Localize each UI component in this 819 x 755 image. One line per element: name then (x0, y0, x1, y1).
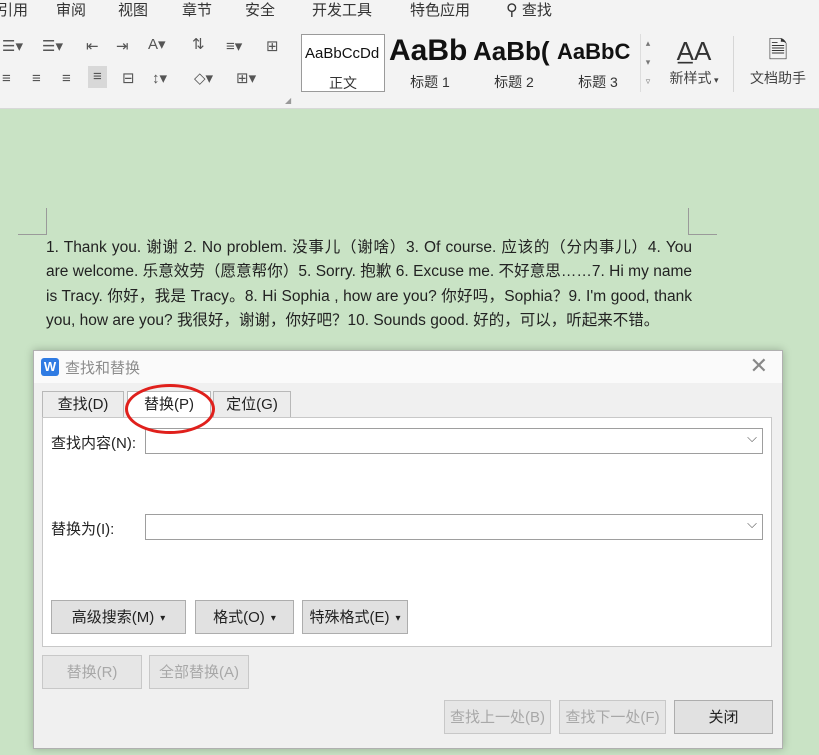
doc-assistant-button[interactable]: 🗎 文档助手 (742, 34, 814, 88)
close-icon[interactable]: ✕ (750, 353, 768, 379)
annotation-circle (125, 384, 215, 434)
advanced-search-label: 高级搜索(M) (71, 609, 155, 626)
style-heading-2-label: 标题 2 (494, 74, 534, 90)
special-format-button[interactable]: 特殊格式(E) ▾ (302, 600, 408, 634)
page-corner-right (688, 208, 717, 235)
special-format-label: 特殊格式(E) (309, 609, 390, 626)
style-normal[interactable]: AaBbCcDd 正文 (301, 34, 385, 92)
paragraph-launcher-icon[interactable]: ◢ (285, 96, 291, 105)
decrease-indent-icon[interactable]: ⇤ (86, 38, 99, 56)
bullet-list-icon[interactable]: ☰▾ (2, 38, 23, 56)
replace-label: 替换为(I): (51, 521, 115, 538)
style-heading-1-sample: AaBb (389, 34, 468, 67)
new-style-button[interactable]: A̲A 新样式 ▾ (664, 34, 724, 88)
style-heading-1[interactable]: AaBb 标题 1 (389, 34, 471, 92)
format-label: 格式(O) (213, 609, 265, 626)
ribbon: 引用 审阅 视图 章节 安全 开发工具 特色应用 ⚲ 查找 ☰▾ ☰▾ ⇤ ⇥ … (0, 0, 819, 109)
dialog-title: 查找和替换 (65, 360, 141, 377)
increase-indent-icon[interactable]: ⇥ (116, 38, 129, 56)
scroll-up-icon[interactable]: ▴ (641, 34, 655, 53)
style-heading-2[interactable]: AaBb( 标题 2 (473, 34, 555, 92)
doc-assistant-icon: 🗎 (768, 37, 788, 64)
shading-icon[interactable]: ◇▾ (194, 70, 213, 88)
style-gallery: AaBbCcDd 正文 AaBb 标题 1 AaBb( 标题 2 AaBbC 标… (301, 34, 653, 92)
dialog-titlebar[interactable]: W 查找和替换 ✕ (34, 351, 782, 383)
chevron-down-icon[interactable]: ⌵ (747, 516, 757, 532)
distributed-icon[interactable]: ⊟ (122, 70, 135, 88)
replace-input[interactable]: ⌵ (145, 514, 763, 540)
line-spacing-icon[interactable]: ↕▾ (152, 70, 167, 88)
find-next-button[interactable]: 查找下一处(F) (559, 700, 666, 734)
new-style-icon: A̲A (676, 36, 712, 66)
menu-bar: 引用 审阅 视图 章节 安全 开发工具 特色应用 ⚲ 查找 (0, 0, 819, 20)
replace-all-button[interactable]: 全部替换(A) (149, 655, 249, 689)
find-previous-button[interactable]: 查找上一处(B) (444, 700, 551, 734)
doc-assistant-label: 文档助手 (750, 70, 806, 86)
advanced-search-button[interactable]: 高级搜索(M) ▾ (51, 600, 186, 634)
chevron-down-icon[interactable]: ⌵ (747, 430, 757, 446)
align-right-icon[interactable]: ≡ (62, 70, 71, 88)
expand-gallery-icon[interactable]: ▿ (641, 72, 655, 91)
line-tools-icon[interactable]: ≡▾ (226, 38, 242, 56)
find-input[interactable]: ⌵ (145, 428, 763, 454)
style-normal-sample: AaBbCcDd (305, 45, 380, 62)
find-text[interactable] (150, 429, 754, 453)
replace-button[interactable]: 替换(R) (42, 655, 142, 689)
style-normal-label: 正文 (329, 75, 357, 91)
replace-text[interactable] (150, 515, 754, 539)
menu-item-security[interactable]: 安全 (245, 0, 275, 20)
menu-item-features[interactable]: 特色应用 (410, 0, 470, 20)
border-icon[interactable]: ⊞▾ (236, 70, 256, 88)
wps-logo-icon: W (41, 358, 59, 376)
document-body[interactable]: 1. Thank you. 谢谢 2. No problem. 没事儿（谢啥）3… (46, 236, 692, 346)
numbered-list-icon[interactable]: ☰▾ (42, 38, 63, 56)
align-center-icon[interactable]: ≡ (32, 70, 41, 88)
dropdown-arrow-icon: ▾ (395, 613, 401, 624)
tab-goto[interactable]: 定位(G) (213, 391, 291, 418)
menu-item-chapter[interactable]: 章节 (182, 0, 212, 20)
ribbon-divider (733, 36, 734, 92)
menu-search[interactable]: ⚲ 查找 (506, 0, 552, 20)
menu-item-view[interactable]: 视图 (118, 0, 148, 20)
style-heading-1-label: 标题 1 (410, 74, 450, 90)
style-heading-3[interactable]: AaBbC 标题 3 (557, 34, 639, 92)
dropdown-arrow-icon: ▾ (160, 613, 166, 624)
justify-icon[interactable]: ≡ (88, 66, 107, 88)
change-case-icon[interactable]: A▾ (148, 36, 166, 54)
close-button[interactable]: 关闭 (674, 700, 773, 734)
scroll-down-icon[interactable]: ▾ (641, 53, 655, 72)
new-style-label: 新样式 (669, 70, 712, 86)
menu-item-review[interactable]: 审阅 (56, 0, 86, 20)
style-heading-3-label: 标题 3 (578, 74, 618, 90)
replace-panel: 查找内容(N): ⌵ 替换为(I): ⌵ 高级搜索(M) ▾ 格式(O) ▾ 特殊格… (42, 417, 772, 647)
page-corner-left (18, 208, 47, 235)
menu-search-label: 查找 (521, 2, 552, 19)
format-button[interactable]: 格式(O) ▾ (195, 600, 294, 634)
search-icon: ⚲ (506, 2, 518, 19)
style-gallery-scroll[interactable]: ▴ ▾ ▿ (640, 34, 655, 92)
table-icon[interactable]: ⊞ (266, 38, 279, 56)
style-heading-2-sample: AaBb( (473, 36, 550, 66)
menu-item-references[interactable]: 引用 (0, 0, 28, 20)
menu-item-dev-tools[interactable]: 开发工具 (312, 0, 372, 20)
style-heading-3-sample: AaBbC (557, 39, 631, 64)
tab-find[interactable]: 查找(D) (42, 391, 124, 418)
align-left-icon[interactable]: ≡ (2, 70, 11, 88)
dropdown-arrow-icon: ▾ (270, 613, 276, 624)
sort-icon[interactable]: ⇅ (192, 36, 205, 54)
find-label: 查找内容(N): (51, 435, 136, 452)
